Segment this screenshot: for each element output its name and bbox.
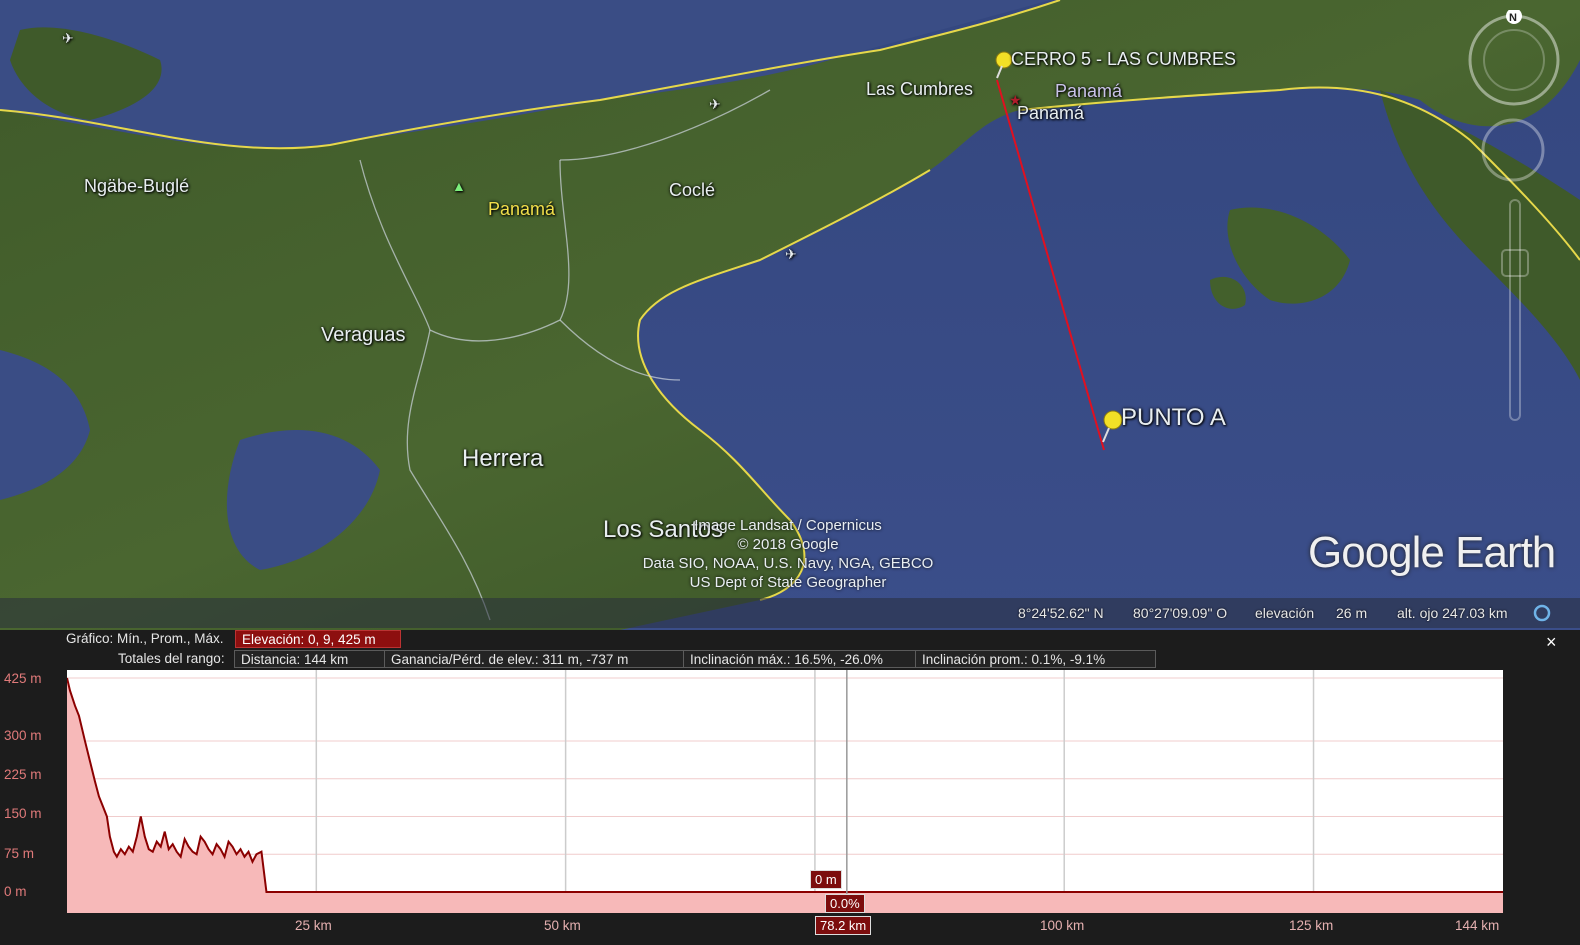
placemark-cerro-label[interactable]: CERRO 5 - LAS CUMBRES	[1011, 49, 1236, 70]
cursor-slope-marker: 0.0%	[825, 894, 865, 913]
attribution-line: © 2018 Google	[737, 536, 839, 553]
elevation-readout: 26 m	[1336, 605, 1368, 621]
imagery-attribution: Image Landsat / Copernicus © 2018 Google…	[628, 516, 948, 592]
label-ngabe: Ngäbe-Buglé	[84, 176, 190, 196]
compass-north-label: N	[1509, 12, 1517, 24]
placemark-punto-a-label[interactable]: PUNTO A	[1121, 404, 1226, 432]
elevation-line	[66, 677, 1503, 893]
graph-mode-label: Gráfico: Mín., Prom., Máx.	[66, 631, 224, 646]
y-tick: 300 m	[4, 728, 42, 743]
cursor-distance-marker: 78.2 km	[815, 916, 872, 935]
close-icon[interactable]: ×	[1546, 632, 1557, 653]
y-tick: 0 m	[4, 884, 27, 899]
x-tick: 144 km	[1455, 918, 1500, 933]
range-totals-label: Totales del rango:	[118, 651, 225, 666]
capital-star-icon: ★	[1009, 92, 1022, 108]
elevation-area	[67, 678, 1503, 913]
label-panama-province: Panamá	[488, 199, 556, 219]
map-view[interactable]: Ngäbe-Buglé Panamá Coclé Veraguas Herrer…	[0, 0, 1580, 630]
x-tick: 50 km	[544, 918, 581, 933]
x-tick: 25 km	[295, 918, 332, 933]
airport-icon: ✈	[709, 96, 721, 112]
y-tick: 425 m	[4, 671, 42, 686]
airport-icon: ✈	[785, 246, 797, 262]
gain-loss-box: Ganancia/Pérd. de elev.: 311 m, -737 m	[384, 650, 684, 668]
eye-altitude-readout: alt. ojo 247.03 km	[1397, 605, 1508, 621]
avg-slope-box: Inclinación prom.: 0.1%, -9.1%	[915, 650, 1156, 668]
label-cocle: Coclé	[669, 180, 716, 200]
attribution-line: Image Landsat / Copernicus	[694, 517, 882, 534]
compass-icon[interactable]: N	[1466, 10, 1566, 110]
cursor-elevation-marker: 0 m	[810, 870, 842, 889]
zoom-slider[interactable]	[1500, 190, 1530, 435]
status-bar: 8°24'52.62" N 80°27'09.09" O elevación 2…	[0, 598, 1580, 628]
label-veraguas: Veraguas	[321, 324, 406, 346]
attribution-line: US Dept of State Geographer	[689, 574, 887, 591]
google-earth-logo: Google Earth	[1308, 528, 1556, 577]
elevation-pill[interactable]: Elevación: 0, 9, 425 m	[235, 630, 401, 648]
x-tick: 125 km	[1289, 918, 1334, 933]
max-slope-box: Inclinación máx.: 16.5%, -26.0%	[683, 650, 916, 668]
elevation-label: elevación	[1255, 605, 1315, 621]
park-icon: ▲	[452, 178, 466, 194]
y-tick: 225 m	[4, 767, 42, 782]
distance-box: Distancia: 144 km	[234, 650, 386, 668]
label-herrera: Herrera	[462, 445, 544, 472]
elevation-chart[interactable]	[66, 670, 1503, 913]
y-tick: 75 m	[4, 846, 35, 861]
airport-icon: ✈	[62, 30, 74, 46]
x-tick: 100 km	[1040, 918, 1085, 933]
latitude-readout: 8°24'52.62" N	[1018, 605, 1104, 621]
look-joystick-icon[interactable]	[1478, 115, 1548, 185]
y-tick: 150 m	[4, 806, 42, 821]
attribution-line: Data SIO, NOAA, U.S. Navy, NGA, GEBCO	[642, 555, 934, 572]
label-las-cumbres: Las Cumbres	[866, 79, 974, 99]
elevation-chart-svg[interactable]	[66, 670, 1503, 913]
loading-indicator-icon	[1533, 604, 1551, 622]
longitude-readout: 80°27'09.09" O	[1133, 605, 1228, 621]
label-panama-upper: Panamá	[1055, 81, 1123, 101]
label-panama-city: Panamá	[1017, 103, 1085, 123]
